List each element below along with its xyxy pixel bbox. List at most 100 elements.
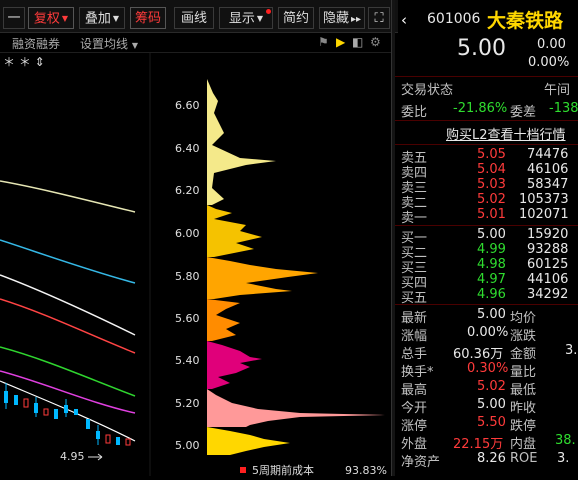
huaxian-label: 画线 (180, 11, 207, 26)
price-tick: 5.80 (175, 270, 200, 283)
stat-label: 净资产 (401, 455, 441, 470)
fullscreen-button[interactable]: ⛶ (368, 7, 390, 29)
jianyue-label: 简约 (282, 11, 309, 26)
ask-volume: 102071 (519, 207, 569, 222)
stock-name: 大秦铁路 (487, 10, 564, 32)
legend-swatch (240, 467, 246, 473)
ma-line-white (0, 274, 136, 336)
bid-volume: 15920 (527, 227, 569, 242)
kline-chip-chart[interactable]: 4.95 6.60 6.40 6.20 6.00 5.80 5.60 5.40 … (0, 53, 390, 477)
bid-price[interactable]: 5.00 (477, 227, 506, 242)
stat-label: 量比 (510, 365, 537, 380)
jianyue-button[interactable]: 简约 (278, 7, 314, 29)
status-label: 交易状态 (401, 83, 454, 98)
price-tick: 5.40 (175, 354, 200, 367)
low-price-label: 4.95 (60, 450, 85, 463)
stat-label: ROE (510, 451, 538, 466)
ask-price[interactable]: 5.04 (477, 162, 506, 177)
yincang-button[interactable]: 隐藏 ▸▸ (319, 7, 365, 29)
rzrq-link[interactable]: 融资融券 (12, 35, 60, 52)
yincang-label: 隐藏 (322, 11, 349, 26)
buy-l2-link[interactable]: 购买L2查看十档行情 (446, 124, 566, 143)
stat-value: 0.00% (467, 325, 509, 340)
stock-code: 601006 (427, 11, 481, 27)
ask-volume: 46106 (527, 162, 569, 177)
set-ma-dropdown[interactable]: 设置均线 ▼ (80, 35, 138, 52)
quote-panel: ‹ 601006 大秦铁路 5.00 0.00 0.00% 交易状态 午间 委比… (395, 0, 578, 476)
yellow-flag-icon[interactable]: ▶ (336, 35, 345, 49)
price-tick: 6.00 (175, 227, 200, 240)
ask-price[interactable]: 5.01 (477, 207, 506, 222)
fuquan-button[interactable]: 复权 ▼ (28, 7, 74, 29)
fullscreen-icon: ⛶ (374, 11, 384, 26)
chevron-down-icon: ▼ (61, 14, 69, 23)
candle-down (116, 437, 120, 445)
bid-volume: 93288 (527, 242, 569, 257)
ask-price[interactable]: 5.03 (477, 177, 506, 192)
ask-volume: 58347 (527, 177, 569, 192)
layers-icon[interactable]: ◧ (352, 35, 363, 49)
price-axis: 6.60 6.40 6.20 6.00 5.80 5.60 5.40 5.20 … (175, 99, 200, 452)
chip-distribution (207, 79, 385, 455)
chevron-down-icon: ▼ (256, 14, 264, 23)
bid-price[interactable]: 4.96 (477, 287, 506, 302)
stat-value: 5.02 (477, 379, 506, 394)
ask-price[interactable]: 5.02 (477, 192, 506, 207)
latest-price: 5.00 (457, 36, 506, 61)
weicha-label: 委差 (510, 105, 537, 120)
weicha-value: -138 (549, 101, 578, 116)
status-value: 午间 (544, 83, 571, 98)
xianshi-label: 显示 (228, 11, 255, 27)
stat-value: 5.00 (477, 307, 506, 322)
chip-settings-icon[interactable]: ⚑ (318, 35, 329, 49)
stat-label: 金额 (510, 347, 537, 362)
bid-price[interactable]: 4.99 (477, 242, 506, 257)
chouma-label: 筹码 (134, 11, 161, 26)
stat-value: 3. (565, 343, 578, 358)
fuquan-label: 复权 (33, 11, 60, 27)
stat-value: 3. (557, 451, 570, 466)
stat-value: 8.26 (477, 451, 506, 466)
candle-up (23, 398, 29, 408)
chevron-down-icon: ▼ (131, 41, 138, 50)
xianshi-button[interactable]: 显示 ▼ (219, 7, 273, 29)
toolbar-dash-button[interactable]: 一 (3, 7, 25, 29)
price-tick: 5.60 (175, 312, 200, 325)
price-tick: 5.20 (175, 397, 200, 410)
chart-subbar: 融资融券 设置均线 ▼ ⚑ ▶ ◧ ⚙ (0, 33, 395, 53)
chart-toolbar: 一 复权 ▼ 叠加 ▼ 筹码 画线 显示 ▼ 简约 隐藏 ▸▸ ⛶ (0, 0, 398, 33)
bid-price[interactable]: 4.98 (477, 257, 506, 272)
price-change-pct: 0.00% (528, 55, 570, 70)
stat-label: 涨跌 (510, 329, 537, 344)
collapse-chevron-icon[interactable]: ‹ (401, 11, 407, 29)
period-cost-pct: 93.83% (345, 464, 387, 476)
candle-down (54, 409, 58, 419)
ask-price[interactable]: 5.05 (477, 147, 506, 162)
price-change: 0.00 (537, 37, 566, 52)
period-cost-label: 5周期前成本 (252, 463, 314, 476)
bid-volume: 44106 (527, 272, 569, 287)
stat-label: 涨幅 (401, 329, 428, 344)
stat-value: 60.36万 (453, 347, 504, 362)
weibi-label: 委比 (401, 105, 428, 120)
stat-label: 最低 (510, 383, 537, 398)
candle-up (105, 434, 111, 444)
price-tick: 5.00 (175, 439, 200, 452)
huaxian-button[interactable]: 画线 (174, 7, 214, 29)
bid-price[interactable]: 4.97 (477, 272, 506, 287)
candle-down (14, 395, 18, 405)
notification-dot-icon (266, 9, 271, 14)
price-tick: 6.60 (175, 99, 200, 112)
gear-icon[interactable]: ⚙ (370, 35, 381, 49)
ask-volume: 74476 (527, 147, 569, 162)
dash-label: 一 (7, 11, 21, 26)
stat-value: 38. (555, 433, 576, 448)
candle-up (125, 438, 131, 446)
ma-line-blue (0, 239, 136, 284)
stat-label: 最高 (401, 383, 428, 398)
diejia-button[interactable]: 叠加 ▼ (79, 7, 125, 29)
set-ma-label: 设置均线 (80, 37, 129, 51)
ask-label: 卖一 (401, 211, 428, 226)
chouma-button[interactable]: 筹码 (130, 7, 166, 29)
stat-label: 跌停 (510, 419, 537, 434)
